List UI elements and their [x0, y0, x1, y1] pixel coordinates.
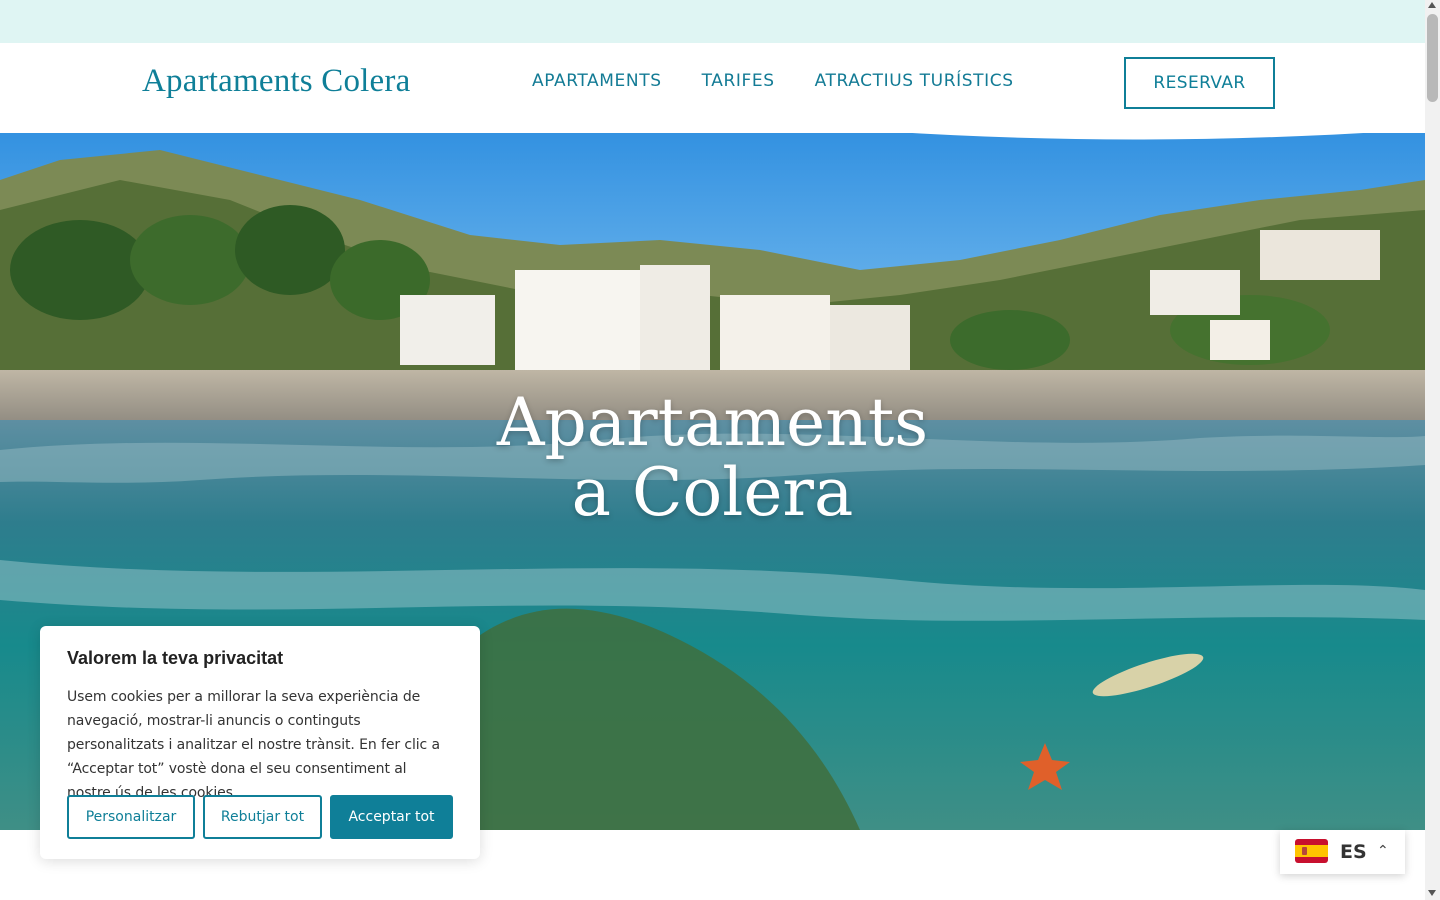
chevron-up-icon: ⌃ [1377, 843, 1389, 859]
hero-title-line-2: a Colera [571, 454, 854, 531]
spain-flag-icon [1295, 839, 1328, 863]
site-logo[interactable]: Apartaments Colera [142, 63, 410, 100]
reserve-button[interactable]: RESERVAR [1124, 57, 1275, 109]
cookie-consent-banner: Valorem la teva privacitat Usem cookies … [40, 626, 480, 859]
language-switcher[interactable]: ES ⌃ [1280, 830, 1405, 874]
scrollbar-thumb[interactable] [1427, 14, 1438, 102]
customize-cookies-button[interactable]: Personalitzar [67, 795, 195, 839]
scroll-up-arrow-icon[interactable] [1428, 2, 1436, 8]
page-scrollbar[interactable] [1425, 0, 1440, 900]
nav-item-tarifes[interactable]: TARIFES [702, 71, 775, 91]
top-bar [0, 0, 1425, 43]
language-code: ES [1340, 841, 1367, 863]
scroll-down-arrow-icon[interactable] [1428, 890, 1436, 896]
hero-title-line-1: Apartaments [496, 384, 929, 461]
cookie-actions: Personalitzar Rebutjar tot Acceptar tot [67, 795, 453, 839]
nav-item-apartaments[interactable]: APARTAMENTS [532, 71, 662, 91]
hero-title: Apartaments a Colera [0, 388, 1425, 528]
nav-item-atractius-turistics[interactable]: ATRACTIUS TURÍSTICS [815, 71, 1014, 91]
cookie-text: Usem cookies per a millorar la seva expe… [67, 689, 440, 801]
site-header: Apartaments Colera APARTAMENTS TARIFES A… [0, 43, 1425, 133]
main-nav: APARTAMENTS TARIFES ATRACTIUS TURÍSTICS [532, 71, 1014, 91]
cookie-title: Valorem la teva privacitat [67, 648, 284, 668]
reject-all-cookies-button[interactable]: Rebutjar tot [203, 795, 322, 839]
accept-all-cookies-button[interactable]: Acceptar tot [330, 795, 453, 839]
